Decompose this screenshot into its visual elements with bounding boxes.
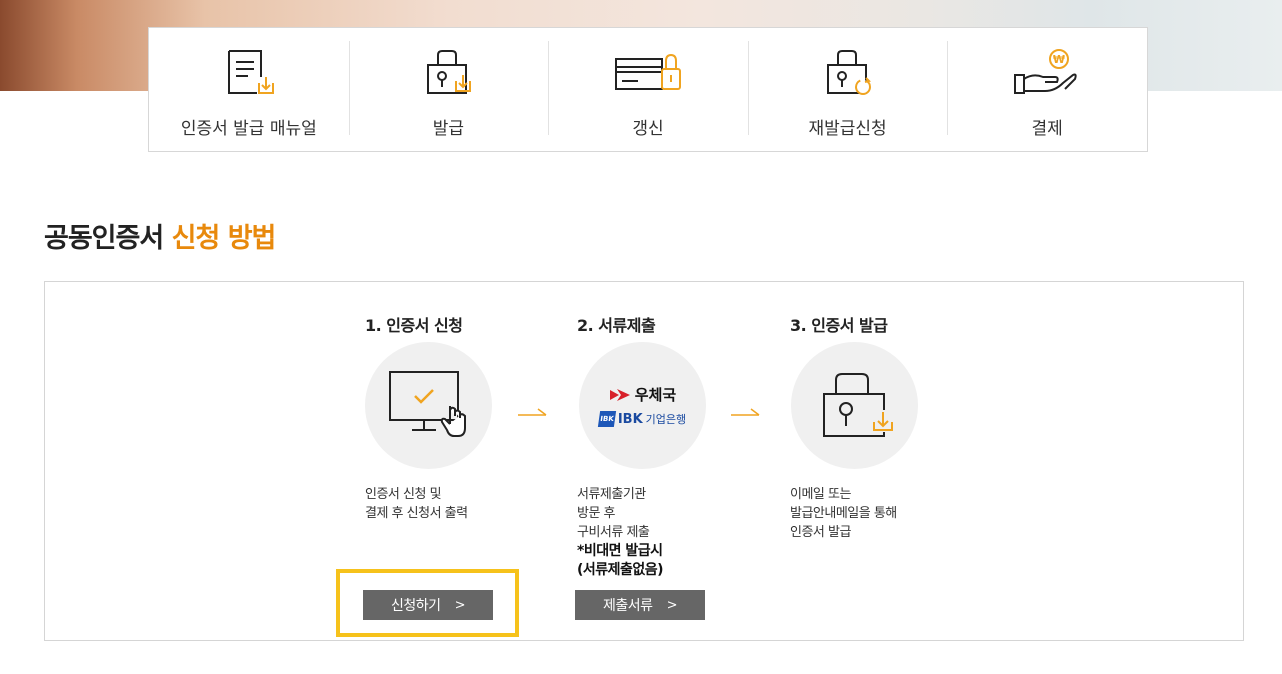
step-desc-line: 인증서 신청 및 bbox=[365, 487, 442, 502]
step-icon-circle bbox=[791, 342, 918, 469]
quick-menu-label: 인증서 발급 매뉴얼 bbox=[180, 119, 317, 139]
step-title: 3. 인증서 발급 bbox=[790, 316, 888, 335]
arrow-right-icon bbox=[518, 408, 547, 416]
step-desc-line: 방문 후 bbox=[577, 506, 616, 521]
page-title-plain: 공동인증서 bbox=[44, 223, 172, 254]
step-desc-line: 결제 후 신청서 출력 bbox=[365, 506, 468, 521]
documents-button-label: 제출서류 bbox=[603, 598, 653, 614]
step-desc-line: 인증서 발급 bbox=[790, 525, 851, 540]
quick-menu-payment[interactable]: ₩ 결제 bbox=[947, 28, 1147, 151]
step-desc-strong: *비대면 발급시 bbox=[577, 543, 663, 559]
korea-post-text: 우체국 bbox=[634, 386, 677, 404]
step-desc-line: 이메일 또는 bbox=[790, 487, 851, 502]
step-description: 서류제출기관 방문 후 구비서류 제출 *비대면 발급시 (서류제출없음) bbox=[577, 485, 664, 580]
step-desc-line: 서류제출기관 bbox=[577, 487, 646, 502]
quick-menu-label: 갱신 bbox=[632, 119, 664, 139]
step-icon-circle bbox=[365, 342, 492, 469]
step-desc-line: 구비서류 제출 bbox=[577, 525, 650, 540]
svg-text:₩: ₩ bbox=[1053, 53, 1065, 66]
ibk-prefix: IBK bbox=[617, 411, 643, 427]
lock-refresh-icon bbox=[820, 46, 876, 100]
quick-menu-issue[interactable]: 발급 bbox=[348, 28, 549, 151]
quick-menu-reissue[interactable]: 재발급신청 bbox=[747, 28, 948, 151]
chevron-right-icon: > bbox=[666, 597, 678, 613]
page-title: 공동인증서 신청 방법 bbox=[44, 216, 277, 255]
apply-button-label: 신청하기 bbox=[391, 598, 441, 614]
step-description: 이메일 또는 발급안내메일을 통해 인증서 발급 bbox=[790, 485, 897, 542]
ibk-mark-icon: IBK bbox=[597, 411, 616, 427]
quick-menu-label: 결제 bbox=[1031, 119, 1063, 139]
card-lock-icon bbox=[612, 46, 684, 100]
monitor-check-icon bbox=[388, 370, 466, 437]
step-desc-line: 발급안내메일을 통해 bbox=[790, 506, 897, 521]
quick-menu-label: 재발급신청 bbox=[808, 119, 887, 139]
chevron-right-icon: > bbox=[454, 597, 466, 613]
quick-menu-label: 발급 bbox=[432, 119, 465, 139]
steps-panel: 1. 인증서 신청 인증서 신청 및 결제 후 신청서 출력 2. 서류제출 우… bbox=[44, 281, 1244, 641]
quick-menu-manual[interactable]: 인증서 발급 매뉴얼 bbox=[149, 28, 349, 151]
korea-post-icon bbox=[609, 388, 630, 401]
apply-button[interactable]: 신청하기 > bbox=[363, 590, 493, 620]
ibk-logo: IBK IBK 기업은행 bbox=[597, 411, 687, 427]
step-title: 1. 인증서 신청 bbox=[365, 316, 463, 335]
quick-menu: 인증서 발급 매뉴얼 발급 갱신 재발급신청 ₩ 결제 bbox=[148, 27, 1148, 152]
quick-menu-renew[interactable]: 갱신 bbox=[548, 28, 748, 151]
lock-download-icon bbox=[420, 46, 476, 100]
required-documents-button[interactable]: 제출서류 > bbox=[575, 590, 705, 620]
lock-download-icon bbox=[822, 372, 894, 437]
hand-coin-icon: ₩ bbox=[1011, 46, 1083, 100]
arrow-right-icon bbox=[731, 408, 760, 416]
step-icon-circle: 우체국 IBK IBK 기업은행 bbox=[579, 342, 706, 469]
step-desc-strong: (서류제출없음) bbox=[577, 562, 664, 578]
manual-download-icon bbox=[221, 46, 277, 100]
ibk-text: 기업은행 bbox=[645, 413, 687, 426]
korea-post-logo: 우체국 bbox=[609, 384, 676, 405]
step-description: 인증서 신청 및 결제 후 신청서 출력 bbox=[365, 485, 468, 523]
page-title-accent: 신청 방법 bbox=[171, 223, 277, 254]
step-title: 2. 서류제출 bbox=[577, 316, 656, 335]
